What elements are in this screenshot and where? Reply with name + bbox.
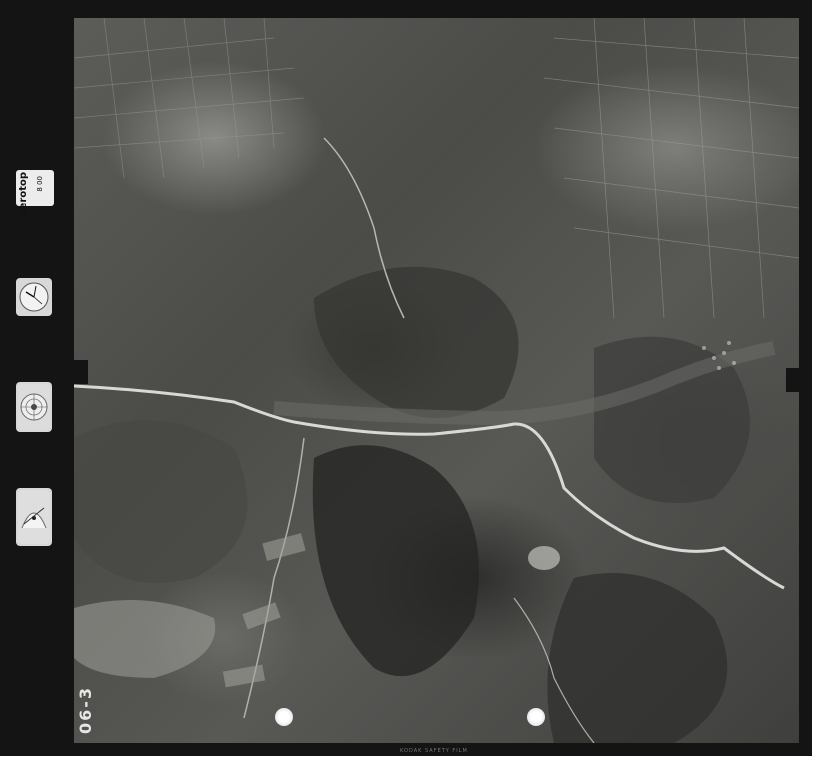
level-instrument bbox=[16, 488, 52, 546]
light-slope-southwest bbox=[74, 600, 216, 678]
field-grid-upper-left bbox=[74, 18, 305, 179]
clock-icon bbox=[19, 282, 49, 312]
left-notch bbox=[74, 360, 88, 384]
clock-instrument bbox=[16, 278, 52, 316]
logo-code: 8 00 bbox=[36, 176, 44, 192]
dark-ridge-south bbox=[312, 445, 479, 677]
altimeter-icon bbox=[18, 384, 50, 430]
fiducial-mark-icon bbox=[527, 708, 545, 726]
aerial-terrain-svg bbox=[74, 18, 799, 743]
aerial-photograph bbox=[74, 18, 799, 743]
level-icon bbox=[18, 490, 50, 544]
right-notch bbox=[786, 368, 800, 392]
hill-west bbox=[74, 420, 248, 583]
dark-ridge-center bbox=[314, 266, 519, 418]
field-grid-upper-right bbox=[543, 18, 799, 319]
dark-ridge-southeast bbox=[547, 573, 728, 743]
fields-south-valley bbox=[222, 533, 306, 688]
clearing bbox=[528, 546, 560, 570]
fiducial-mark-icon bbox=[275, 708, 293, 726]
frame-id: 06-3 bbox=[76, 686, 95, 735]
logo-text: aerotop bbox=[18, 172, 29, 217]
altimeter-instrument bbox=[16, 382, 52, 432]
aerotop-logo: aerotop 8 00 bbox=[16, 170, 54, 216]
photo-frame: aerotop 8 00 06-3 bbox=[0, 0, 812, 756]
film-edge-note: KODAK SAFETY FILM bbox=[400, 748, 468, 754]
